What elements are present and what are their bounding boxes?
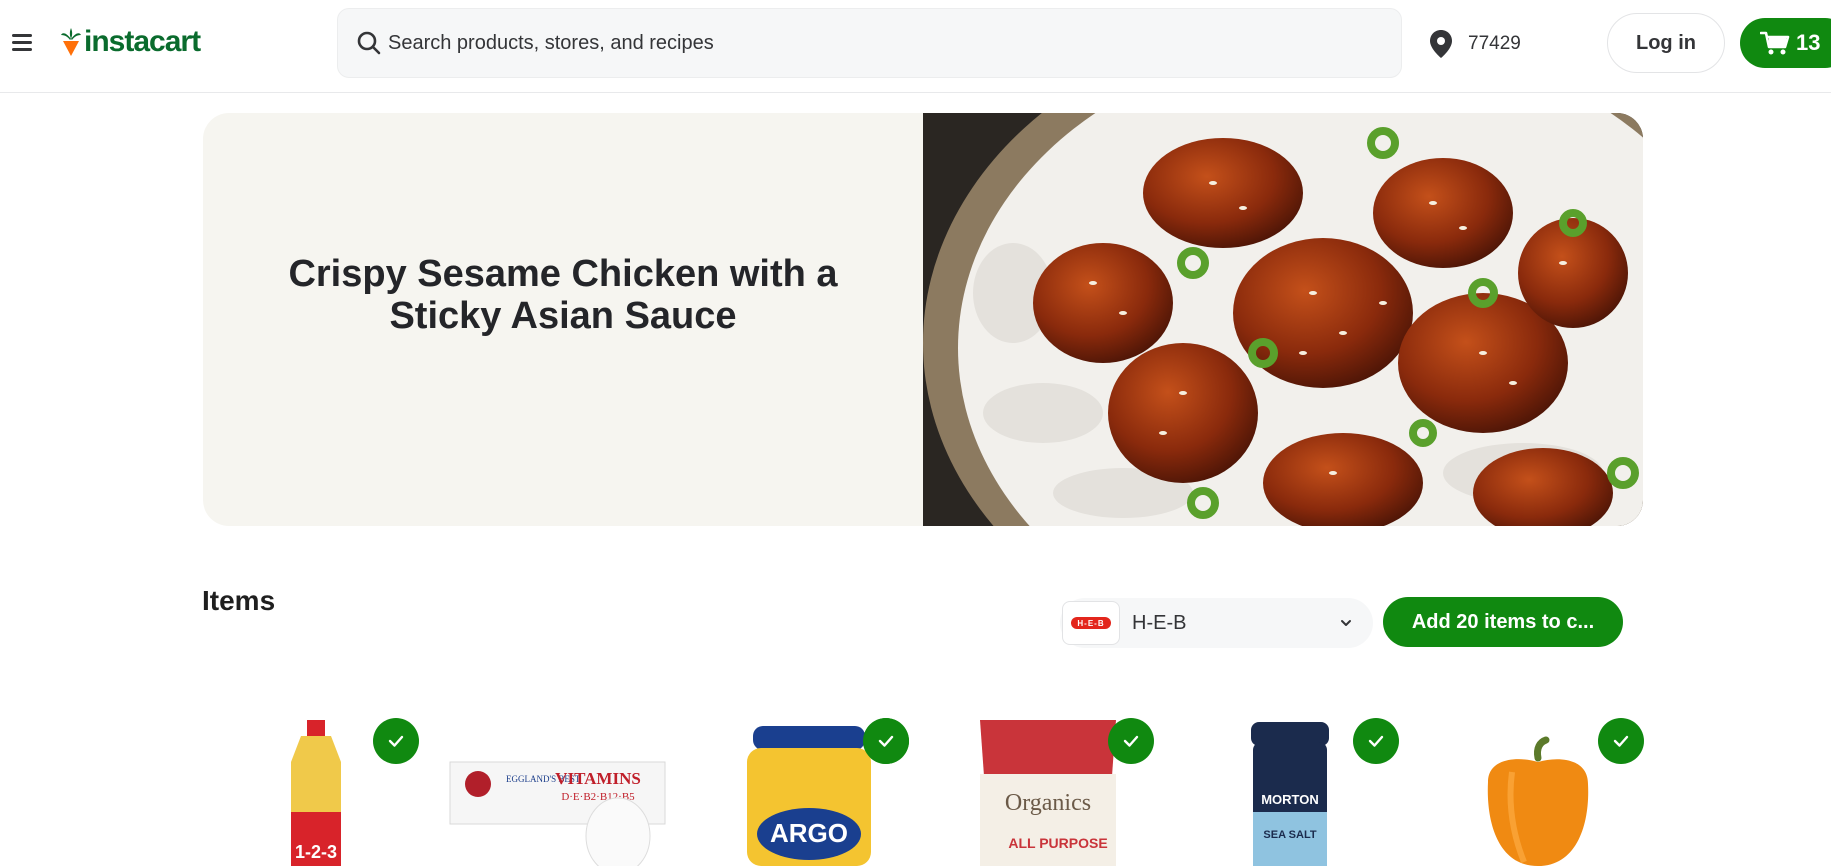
login-button[interactable]: Log in <box>1607 13 1725 73</box>
eggs-vitamins-label: VITAMINS <box>555 769 641 788</box>
cart-icon <box>1760 31 1790 55</box>
product-card[interactable]: 1-2-3 <box>203 712 428 866</box>
eggs-image: EGGLAND'S BEST VITAMINS D·E·B2·B12·B5 <box>449 761 666 866</box>
menu-icon[interactable] <box>10 30 34 54</box>
cart-button[interactable]: 13 <box>1740 18 1831 68</box>
store-name: H-E-B <box>1132 611 1187 634</box>
flour-type-label: ALL PURPOSE <box>1008 835 1107 851</box>
selected-check-icon[interactable] <box>863 718 909 764</box>
selected-check-icon[interactable] <box>373 718 419 764</box>
recipe-title: Crispy Sesame Chicken with a Sticky Asia… <box>288 252 838 337</box>
search-icon <box>357 31 381 55</box>
zip-code: 77429 <box>1468 33 1521 54</box>
heb-logo: H-E-B <box>1062 601 1120 645</box>
sea-salt-label: SEA SALT <box>1263 829 1316 841</box>
product-card[interactable] <box>1428 712 1653 866</box>
product-card[interactable]: EGGLAND'S BEST VITAMINS D·E·B2·B12·B5 <box>448 712 909 866</box>
heb-logo-mark: H-E-B <box>1071 617 1111 629</box>
product-list: 1-2-3 EGGLAND'S BEST VITAMINS D·E·B2·B12… <box>203 712 1644 866</box>
chevron-down-icon <box>1341 620 1351 626</box>
selected-check-icon[interactable] <box>1108 718 1154 764</box>
recipe-photo <box>923 113 1643 526</box>
hero-text-panel: Crispy Sesame Chicken with a Sticky Asia… <box>203 113 923 526</box>
add-items-to-cart-button[interactable]: Add 20 items to c... <box>1383 597 1623 647</box>
recipe-hero: Crispy Sesame Chicken with a Sticky Asia… <box>203 113 1643 526</box>
location-selector[interactable]: 77429 <box>1428 28 1521 60</box>
product-card[interactable]: MORTON SEA SALT <box>1183 712 1408 866</box>
selected-check-icon[interactable] <box>1598 718 1644 764</box>
store-dropdown[interactable]: H-E-B H-E-B <box>1060 598 1373 648</box>
location-pin-icon <box>1430 30 1452 58</box>
cart-count: 13 <box>1796 30 1821 55</box>
search-bar[interactable]: Search products, stores, and recipes <box>337 8 1402 78</box>
logo-wordmark: instacart <box>84 25 201 58</box>
product-card[interactable]: ARGO <box>693 712 918 866</box>
selected-check-icon[interactable] <box>1353 718 1399 764</box>
oil-label: 1-2-3 <box>295 842 337 862</box>
product-card[interactable]: Organics ALL PURPOSE <box>938 712 1163 866</box>
search-placeholder: Search products, stores, and recipes <box>388 31 714 54</box>
items-heading: Items <box>202 585 276 616</box>
instacart-logo[interactable]: instacart <box>60 24 201 60</box>
argo-label: ARGO <box>770 818 848 848</box>
flour-organics-label: Organics <box>1005 790 1091 816</box>
carrot-icon <box>61 28 81 56</box>
top-header: instacart Search products, stores, and r… <box>0 0 1831 93</box>
morton-label: MORTON <box>1261 792 1319 807</box>
